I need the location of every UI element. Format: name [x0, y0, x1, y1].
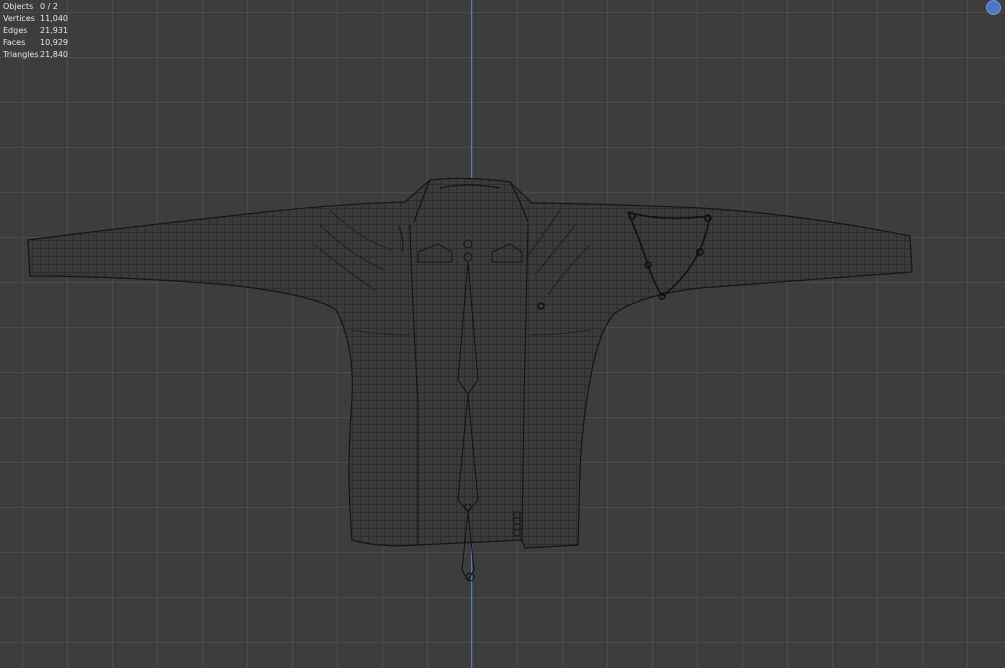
stats-value: 0 / 2 [40, 2, 58, 11]
stats-row-objects: Objects 0 / 2 [3, 1, 68, 13]
stats-label: Vertices [3, 14, 35, 23]
stats-value: 21,840 [40, 50, 68, 59]
navigation-gizmo-icon[interactable] [986, 0, 1001, 15]
viewport-statistics-overlay: Objects 0 / 2 Vertices 11,040 Edges 21,9… [3, 1, 68, 61]
stats-value: 11,040 [40, 14, 68, 23]
stats-label: Objects [3, 2, 34, 11]
stats-label: Triangles [3, 50, 39, 59]
jacket-body [27, 177, 913, 549]
stats-label: Faces [3, 38, 26, 47]
stats-row-triangles: Triangles 21,840 [3, 49, 68, 61]
stats-row-edges: Edges 21,931 [3, 25, 68, 37]
3d-viewport[interactable]: Objects 0 / 2 Vertices 11,040 Edges 21,9… [0, 0, 1005, 668]
jacket-wireframe-mesh[interactable] [0, 0, 1005, 668]
stats-row-vertices: Vertices 11,040 [3, 13, 68, 25]
stats-value: 10,929 [40, 38, 68, 47]
stats-row-faces: Faces 10,929 [3, 37, 68, 49]
stats-label: Edges [3, 26, 28, 35]
stats-value: 21,931 [40, 26, 68, 35]
